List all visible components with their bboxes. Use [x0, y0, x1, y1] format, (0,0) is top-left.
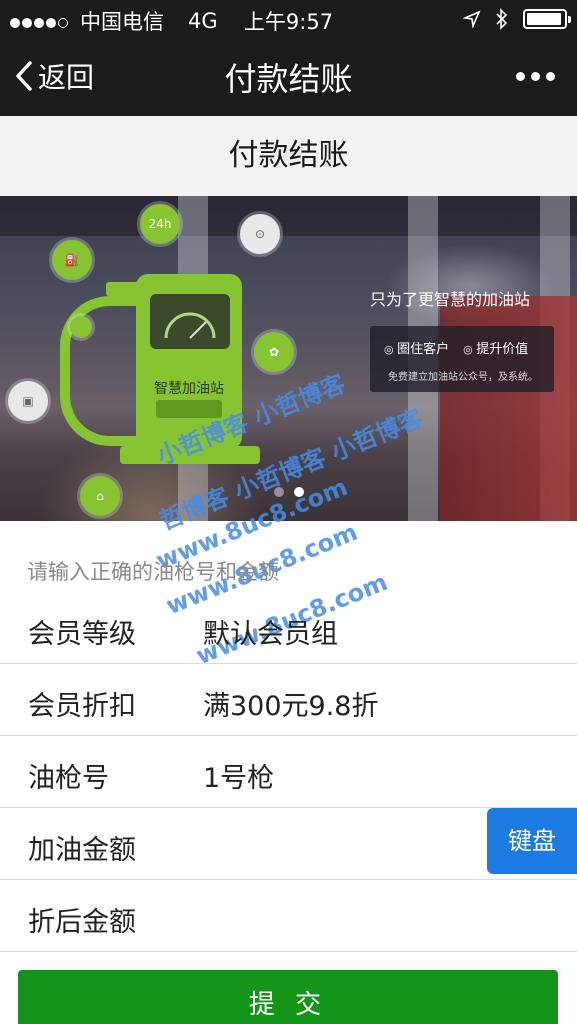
nozzle-number-label: 油枪号 — [28, 763, 109, 794]
service-icon: ✿ — [254, 332, 294, 372]
nozzle-number-value[interactable]: 1号枪 — [203, 756, 274, 795]
member-discount-row: 会员折扣 满300元9.8折 — [0, 664, 577, 736]
battery-level — [527, 13, 561, 25]
back-button[interactable]: 返回 — [14, 56, 94, 96]
banner-roof — [0, 196, 577, 236]
banner-description: 免费建立加油站公众号，及系统。 — [388, 372, 538, 383]
discounted-amount-row: 折后金额 — [0, 880, 577, 952]
member-level-value: 默认会员组 — [203, 619, 338, 650]
clock-24h-icon: 24h — [140, 204, 180, 244]
banner-slogan: 只为了更智慧的加油站 — [370, 290, 531, 309]
pump-button-graphic — [156, 400, 222, 418]
fuel-icon: ⛽ — [52, 240, 92, 280]
carousel-indicator — [0, 487, 577, 497]
back-label: 返回 — [38, 61, 95, 94]
submit-button[interactable]: 提 交 — [18, 970, 558, 1024]
pump-nozzle — [106, 282, 140, 296]
network-type: 4G — [188, 9, 218, 33]
badge-24h-label: 24h — [148, 217, 172, 231]
chevron-left-icon — [16, 61, 32, 91]
carousel-dot[interactable] — [273, 487, 284, 497]
feature-item: 圈住客户 — [384, 338, 449, 357]
small-dot-icon — [70, 316, 92, 338]
battery-icon — [523, 9, 571, 29]
nozzle-number-row[interactable]: 油枪号 1号枪 — [0, 736, 577, 808]
nav-bar: 返回 付款结账 — [0, 38, 577, 116]
feature-item: 提升价值 — [463, 338, 528, 357]
page-title: 付款结账 — [0, 116, 577, 196]
pump-label: 智慧加油站 — [154, 381, 224, 397]
gauge-icon — [164, 312, 216, 339]
location-icon — [463, 10, 481, 28]
promo-banner[interactable]: 智慧加油站 24h ⊙ ⛽ ✿ ▣ ⌂ 只为了更智慧的加油站 圈住客户 提升价值… — [0, 196, 577, 521]
status-bar: 中国电信 4G 上午9:57 — [0, 0, 577, 38]
signal-strength-icon — [10, 9, 70, 33]
keyboard-button[interactable]: 键盘 — [487, 808, 577, 874]
member-level-row: 会员等级 默认会员组 — [0, 592, 577, 664]
carrier-name: 中国电信 — [80, 10, 164, 34]
member-level-label: 会员等级 — [28, 619, 136, 650]
bluetooth-icon — [496, 8, 508, 30]
member-discount-value: 满300元9.8折 — [203, 691, 379, 722]
fuel-amount-input[interactable] — [200, 816, 480, 872]
carousel-dot-active[interactable] — [293, 487, 304, 497]
more-icon[interactable] — [516, 72, 555, 81]
form-hint: 请输入正确的油枪号和金额 — [27, 560, 279, 584]
oil-can-icon: ▣ — [8, 381, 48, 421]
member-discount-label: 会员折扣 — [28, 691, 136, 722]
pump-base — [120, 446, 260, 464]
pump-gauge — [150, 294, 230, 349]
gas-station-icon: ⊙ — [240, 214, 280, 254]
discounted-amount-label: 折后金额 — [28, 907, 136, 938]
banner-info-card: 圈住客户 提升价值 免费建立加油站公众号，及系统。 — [370, 326, 554, 392]
fuel-amount-label: 加油金额 — [28, 835, 136, 866]
